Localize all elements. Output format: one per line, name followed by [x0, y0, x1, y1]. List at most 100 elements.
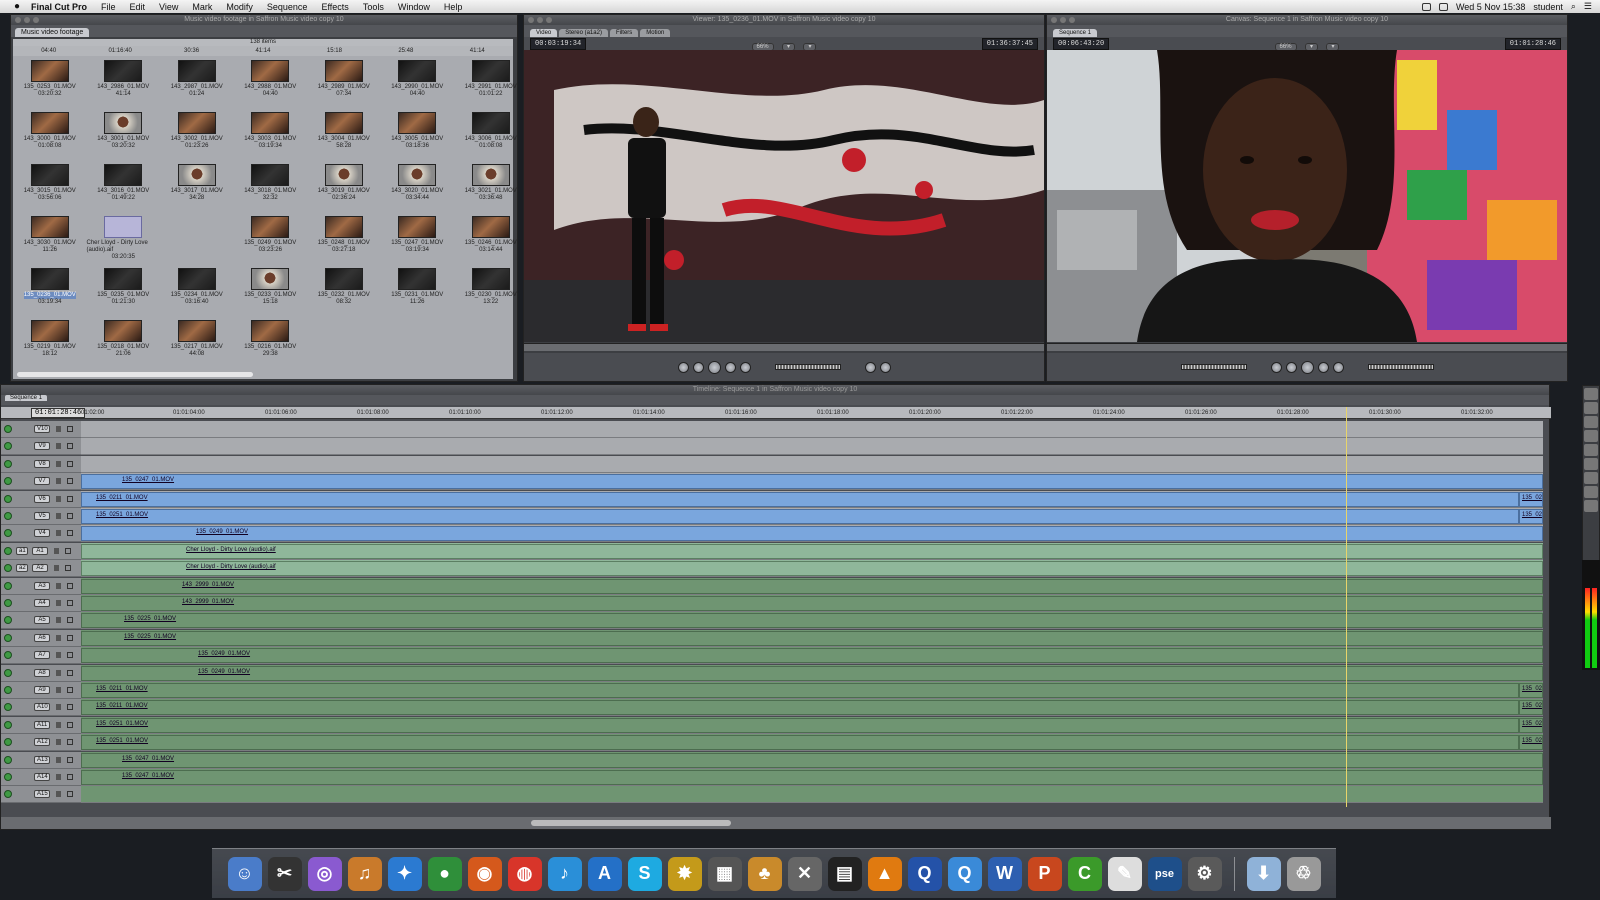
- track-label[interactable]: A15: [34, 790, 50, 799]
- viewer-scrubber-bar[interactable]: [524, 343, 1044, 351]
- audio-clip[interactable]: Cher Lloyd - Dirty Love (audio).aif: [81, 543, 1543, 559]
- trash-icon[interactable]: ♲: [1286, 856, 1321, 891]
- track-visibility-icon[interactable]: [4, 477, 12, 486]
- tab-music-video-footage[interactable]: Music video footage: [15, 28, 90, 37]
- auto-select-icon[interactable]: [67, 756, 73, 763]
- vlc-icon[interactable]: ▲: [867, 856, 902, 891]
- audio-clip[interactable]: 135_02: [1519, 700, 1543, 716]
- clip-item[interactable]: 143_3015_01.MOV 03:56:06: [13, 164, 87, 216]
- source-patch[interactable]: [16, 790, 30, 799]
- clip-item[interactable]: 143_3021_01.MOV 03:36:48: [454, 164, 528, 216]
- minimize-button[interactable]: [1060, 17, 1066, 23]
- track-label[interactable]: A2: [32, 564, 48, 573]
- auto-select-icon[interactable]: [67, 495, 73, 502]
- audio-clip[interactable]: 135_0251_01.MOV: [81, 717, 1519, 733]
- track-area[interactable]: Cher Lloyd - Dirty Love (audio).aif: [81, 560, 1543, 578]
- video-clip[interactable]: 135_0249_01.MOV: [81, 526, 1543, 542]
- clip-item[interactable]: 135_0249_01.MOV 03:23:26: [234, 216, 308, 268]
- video-clip[interactable]: 135_0247_01.MOV: [81, 474, 1543, 490]
- track-area[interactable]: 135_0225_01.MOV: [81, 629, 1543, 647]
- chrome-icon[interactable]: ◍: [507, 856, 542, 891]
- lock-icon[interactable]: [56, 704, 61, 711]
- auto-select-icon[interactable]: [67, 739, 73, 746]
- auto-select-icon[interactable]: [67, 687, 73, 693]
- clip-item[interactable]: 143_3003_01.MOV 03:19:34: [234, 112, 308, 164]
- audio-clip[interactable]: 135_0211_01.MOV: [81, 700, 1519, 716]
- play-in-to-out-button[interactable]: [677, 361, 689, 373]
- track-area[interactable]: 135_0247_01.MOV: [81, 473, 1543, 491]
- menu-window[interactable]: Window: [391, 2, 437, 12]
- clock[interactable]: Wed 5 Nov 15:38: [1456, 2, 1525, 12]
- source-patch[interactable]: [16, 720, 30, 729]
- auto-select-icon[interactable]: [67, 460, 73, 467]
- clip-item[interactable]: 143_2989_01.MOV 07:34: [307, 60, 381, 112]
- audio-clip[interactable]: 135_0249_01.MOV: [81, 665, 1543, 681]
- audio-clip[interactable]: 135_02: [1519, 735, 1543, 751]
- clip-item[interactable]: 135_0248_01.MOV 03:27:18: [307, 216, 381, 268]
- calculator-icon[interactable]: ▦: [707, 856, 742, 891]
- source-patch[interactable]: [16, 442, 30, 451]
- clip-item[interactable]: 135_0232_01.MOV 08:32: [307, 268, 381, 320]
- lock-icon[interactable]: [56, 582, 61, 589]
- track-area[interactable]: 135_0251_01.MOV 135_02: [81, 734, 1543, 752]
- track-label[interactable]: A8: [34, 668, 50, 677]
- track-label[interactable]: A13: [34, 755, 50, 764]
- track-area[interactable]: 135_0249_01.MOV: [81, 525, 1543, 543]
- quicktime-x-icon[interactable]: Q: [947, 856, 982, 891]
- previous-edit-button[interactable]: [1285, 361, 1297, 373]
- lock-icon[interactable]: [56, 774, 61, 780]
- itunes-icon[interactable]: ♪: [547, 856, 582, 891]
- tab-video[interactable]: Video: [530, 29, 558, 37]
- clip-item[interactable]: 135_0217_01.MOV 44:08: [160, 320, 234, 372]
- source-patch[interactable]: a2: [16, 564, 28, 573]
- menu-sequence[interactable]: Sequence: [260, 2, 315, 12]
- lock-icon[interactable]: [56, 426, 61, 432]
- menu-view[interactable]: View: [152, 2, 185, 12]
- menu-app-name[interactable]: Final Cut Pro: [24, 2, 94, 12]
- quicktime-icon[interactable]: Q: [907, 856, 942, 891]
- source-patch[interactable]: [16, 686, 30, 695]
- previous-edit-button[interactable]: [692, 361, 704, 373]
- menu-modify[interactable]: Modify: [219, 2, 260, 12]
- clip-item[interactable]: 135_0230_01.MOV 13:22: [454, 268, 528, 320]
- source-patch[interactable]: [16, 494, 30, 503]
- lock-icon[interactable]: [56, 530, 61, 537]
- viewer-duration-timecode[interactable]: 00:03:19:34: [530, 38, 587, 50]
- timeline-scrollbar[interactable]: [531, 820, 731, 826]
- auto-select-icon[interactable]: [67, 652, 73, 659]
- globe-icon[interactable]: ●: [427, 856, 462, 891]
- auto-select-icon[interactable]: [67, 791, 73, 798]
- tab-motion[interactable]: Motion: [640, 29, 671, 37]
- viewer-video-frame[interactable]: [524, 50, 1044, 342]
- clip-item[interactable]: 143_3004_01.MOV 58:28: [307, 112, 381, 164]
- track-visibility-icon[interactable]: [4, 738, 12, 747]
- auto-select-icon[interactable]: [67, 721, 73, 728]
- track-label[interactable]: A4: [34, 599, 50, 607]
- textedit-icon[interactable]: ✎: [1107, 856, 1142, 891]
- track-visibility-icon[interactable]: [4, 581, 12, 590]
- clip-item[interactable]: 135_0247_01.MOV 03:19:34: [381, 216, 455, 268]
- track-area[interactable]: [81, 786, 1543, 804]
- source-patch[interactable]: [16, 477, 30, 486]
- source-patch[interactable]: [16, 512, 30, 521]
- menu-help[interactable]: Help: [437, 2, 470, 12]
- lock-icon[interactable]: [56, 495, 61, 502]
- track-label[interactable]: V6: [34, 494, 50, 503]
- track-visibility-icon[interactable]: [4, 546, 12, 555]
- audio-clip[interactable]: 135_0211_01.MOV: [81, 683, 1519, 698]
- clip-item[interactable]: 135_0234_01.MOV 03:16:40: [160, 268, 234, 320]
- track-visibility-icon[interactable]: [4, 616, 12, 625]
- clip-item[interactable]: 143_2990_01.MOV 04:40: [381, 60, 455, 112]
- lock-icon[interactable]: [56, 634, 61, 641]
- fruit-app-icon[interactable]: ♣: [747, 856, 782, 891]
- track-area[interactable]: 135_0251_01.MOV 135_02: [81, 508, 1543, 525]
- auto-select-icon[interactable]: [65, 565, 71, 572]
- track-area[interactable]: 143_2999_01.MOV: [81, 595, 1543, 612]
- play-around-button[interactable]: [1332, 361, 1344, 373]
- track-area[interactable]: [81, 421, 1543, 438]
- play-around-button[interactable]: [739, 361, 751, 373]
- video-clip[interactable]: 135_0211_01.MOV: [81, 491, 1519, 507]
- pen-tool-icon[interactable]: [1584, 500, 1598, 512]
- track-visibility-icon[interactable]: [4, 512, 12, 520]
- track-label[interactable]: A11: [34, 720, 50, 729]
